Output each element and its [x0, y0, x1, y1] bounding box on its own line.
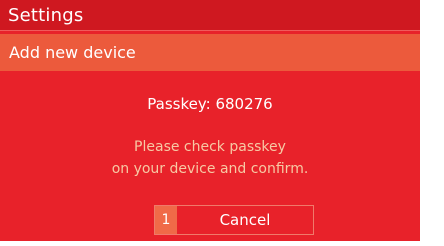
- settings-screen: Settings Add new device Passkey: 680276 …: [0, 0, 422, 241]
- cancel-hotkey-badge: 1: [155, 206, 177, 234]
- passkey-text: Passkey: 680276: [147, 95, 273, 113]
- cancel-button[interactable]: 1 Cancel: [154, 205, 314, 235]
- instruction-line-1: Please check passkey: [134, 139, 286, 155]
- subtitle-bar: Add new device: [0, 34, 420, 71]
- title-bar: Settings: [0, 0, 420, 31]
- instruction-line-2: on your device and confirm.: [111, 161, 309, 177]
- page-title: Settings: [8, 5, 84, 26]
- dialog-subtitle: Add new device: [9, 43, 136, 62]
- cancel-button-label: Cancel: [219, 211, 271, 229]
